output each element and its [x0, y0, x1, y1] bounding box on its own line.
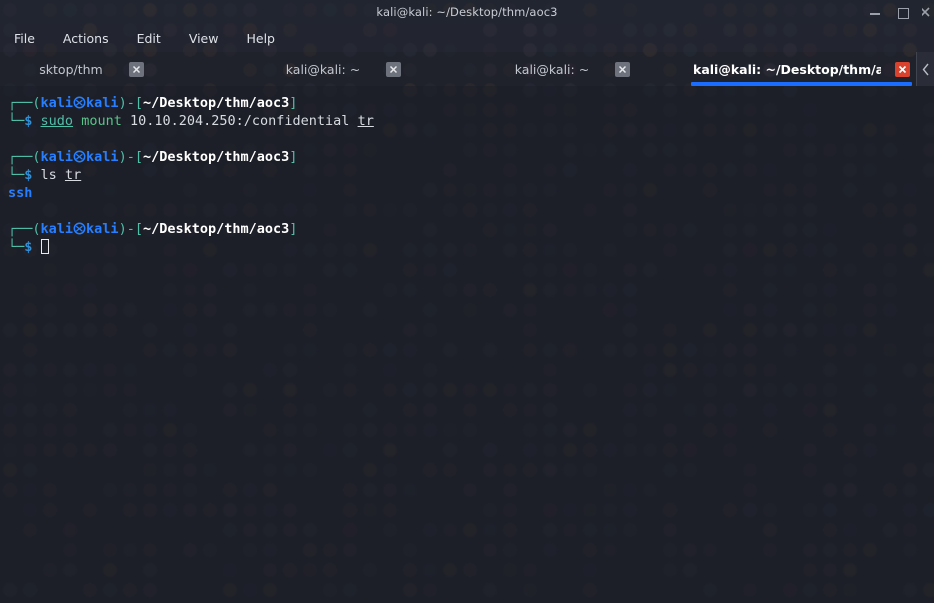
prompt-open-paren: ( [32, 221, 41, 237]
tab-close-button[interactable] [895, 61, 910, 77]
menu-item-help[interactable]: Help [244, 29, 277, 48]
tab-label: kali@kali: ~ [514, 61, 590, 77]
output-directory-ssh: ssh [8, 185, 33, 201]
prompt-dash: - [126, 221, 135, 237]
kali-dragon-icon [73, 149, 86, 165]
tab-desktop-thm[interactable]: sktop/thm [0, 52, 229, 86]
prompt-dash: - [126, 149, 135, 165]
maximize-button[interactable] [895, 5, 909, 19]
prompt-close-paren: ) [118, 149, 127, 165]
prompt-cwd: ~/Desktop/thm/aoc3 [142, 95, 290, 111]
tab-label: kali@kali: ~/Desktop/thm/aoc3 [693, 61, 881, 77]
close-icon [132, 65, 140, 73]
terminal-command-block: ┌──(kali kali)-[~/Desktop/thm/aoc3] └─$ l… [8, 148, 934, 202]
tab-aoc3-active[interactable]: kali@kali: ~/Desktop/thm/aoc3 [687, 52, 916, 86]
prompt-frame-top: ┌── [8, 149, 33, 165]
prompt-frame-bottom: └─ [8, 113, 25, 129]
prompt-line-top: ┌──(kali kali)-[~/Desktop/thm/aoc3] [8, 220, 934, 238]
prompt-close-bracket: ] [289, 221, 298, 237]
close-button[interactable] [922, 5, 932, 19]
prompt-frame-bottom: └─ [8, 239, 25, 255]
close-icon [619, 65, 627, 73]
prompt-open-paren: ( [32, 149, 41, 165]
prompt-dash: - [126, 95, 135, 111]
terminal-active-prompt-block: ┌──(kali kali)-[~/Desktop/thm/aoc3] └─$ [8, 220, 934, 256]
command-line: └─$ sudo mount 10.10.204.250:/confidenti… [8, 112, 934, 130]
window-controls [868, 0, 934, 24]
window-title: kali@kali: ~/Desktop/thm/aoc3 [376, 5, 558, 19]
menu-item-actions[interactable]: Actions [61, 29, 111, 48]
menu-item-view[interactable]: View [187, 29, 221, 48]
prompt-cwd: ~/Desktop/thm/aoc3 [142, 221, 290, 237]
prompt-open-bracket: [ [134, 95, 143, 111]
terminal-window: kali@kali: ~/Desktop/thm/aoc3 File Actio… [0, 0, 934, 603]
prompt-host: kali [86, 149, 119, 165]
command-keyword: ls [40, 167, 57, 183]
tab-kali-home-1[interactable]: kali@kali: ~ [229, 52, 458, 86]
menu-item-edit[interactable]: Edit [135, 29, 163, 48]
command-sudo: sudo [40, 113, 74, 129]
tab-close-button[interactable] [128, 61, 144, 77]
menu-item-file[interactable]: File [12, 29, 37, 48]
prompt-user: kali [40, 149, 74, 165]
prompt-close-paren: ) [118, 95, 127, 111]
text-cursor [40, 239, 49, 254]
window-titlebar[interactable]: kali@kali: ~/Desktop/thm/aoc3 [0, 0, 934, 24]
chevron-left-icon [922, 63, 929, 75]
tab-kali-home-2[interactable]: kali@kali: ~ [458, 52, 687, 86]
prompt-user: kali [40, 221, 74, 237]
command-input-line[interactable]: └─$ [8, 238, 934, 256]
prompt-close-paren: ) [118, 221, 127, 237]
prompt-line-top: ┌──(kali kali)-[~/Desktop/thm/aoc3] [8, 148, 934, 166]
command-target: tr [357, 113, 374, 129]
prompt-user: kali [40, 95, 74, 111]
prompt-open-bracket: [ [134, 149, 143, 165]
prompt-close-bracket: ] [289, 95, 298, 111]
command-output-line: ssh [8, 184, 934, 202]
terminal-output-area[interactable]: ┌──(kali kali)-[~/Desktop/thm/aoc3] └─$ s… [0, 86, 934, 603]
prompt-cwd: ~/Desktop/thm/aoc3 [142, 149, 290, 165]
close-icon [390, 65, 398, 73]
command-keyword: mount [81, 113, 122, 129]
command-line: └─$ ls tr [8, 166, 934, 184]
prompt-frame-top: ┌── [8, 221, 33, 237]
prompt-host: kali [86, 221, 119, 237]
command-args: 10.10.204.250:/confidential [129, 113, 350, 129]
tab-close-button[interactable] [386, 61, 402, 77]
menubar: File Actions Edit View Help [0, 24, 934, 52]
prompt-host: kali [86, 95, 119, 111]
tab-close-button[interactable] [615, 61, 631, 77]
kali-dragon-icon [73, 95, 86, 111]
prompt-frame-bottom: └─ [8, 167, 25, 183]
close-icon [922, 7, 930, 17]
kali-dragon-icon [73, 221, 86, 237]
close-icon [898, 65, 907, 73]
prompt-open-paren: ( [32, 95, 41, 111]
prompt-line-top: ┌──(kali kali)-[~/Desktop/thm/aoc3] [8, 94, 934, 112]
tab-label: sktop/thm [39, 61, 103, 77]
tab-scroll-right-button[interactable] [916, 52, 934, 86]
prompt-frame-top: ┌── [8, 95, 33, 111]
prompt-open-bracket: [ [134, 221, 143, 237]
tabbar: sktop/thm kali@kali: ~ kali@kali: ~ kali… [0, 52, 934, 86]
minimize-button[interactable] [868, 5, 882, 19]
tab-label: kali@kali: ~ [285, 61, 361, 77]
prompt-close-bracket: ] [289, 149, 298, 165]
command-target: tr [64, 167, 82, 183]
terminal-command-block: ┌──(kali kali)-[~/Desktop/thm/aoc3] └─$ s… [8, 94, 934, 130]
